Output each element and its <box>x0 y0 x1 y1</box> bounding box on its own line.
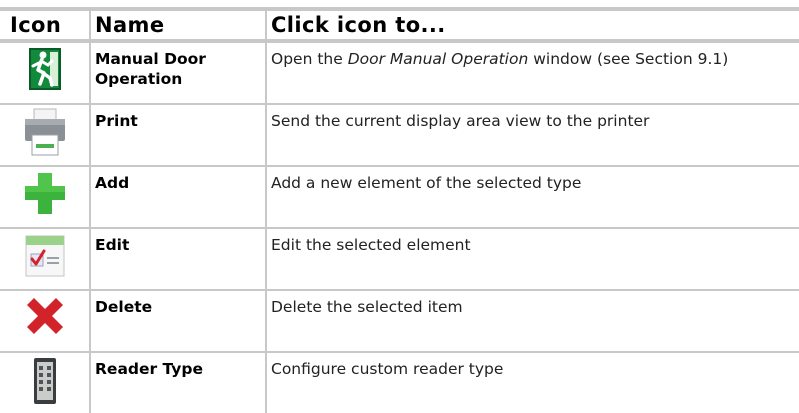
icon-cell <box>0 41 91 105</box>
card-reader-icon <box>0 356 89 404</box>
header-click: Click icon to... <box>266 7 799 43</box>
table-row: Delete Delete the selected item <box>0 290 799 353</box>
green-plus-icon <box>0 170 89 216</box>
header-row: Icon Name Click icon to... <box>0 7 799 43</box>
running-man-exit-icon <box>0 46 89 92</box>
icon-cell <box>0 166 91 229</box>
icon-cell <box>0 228 91 291</box>
header-icon: Icon <box>0 7 91 43</box>
icon-cell <box>0 352 91 413</box>
row-description: Configure custom reader type <box>271 360 504 378</box>
row-name: Add <box>90 166 267 229</box>
icon-cell <box>0 290 91 353</box>
row-description: Open the Door Manual Operation window (s… <box>266 41 799 105</box>
edit-form-icon <box>0 232 89 278</box>
row-name: Print <box>90 104 267 167</box>
table-row: Manual Door Operation Open the Door Manu… <box>0 41 799 105</box>
table-row: Reader Type Configure custom reader type <box>0 352 799 413</box>
table-row: Print Send the current display area view… <box>0 104 799 167</box>
icon-reference-table: Icon Name Click icon to... Manual Door O… <box>0 7 799 413</box>
row-description: Delete the selected item <box>266 290 799 353</box>
icon-cell <box>0 104 91 167</box>
printer-icon <box>0 108 89 156</box>
red-x-icon <box>0 294 89 340</box>
row-name: Edit <box>90 228 267 291</box>
table-row: Edit Edit the selected element <box>0 228 799 291</box>
row-name: Manual Door Operation <box>90 41 267 105</box>
row-description: Edit the selected element <box>266 228 799 291</box>
row-name: Reader Type <box>90 352 267 413</box>
row-description: Add a new element of the selected type <box>266 166 799 229</box>
row-name: Delete <box>90 290 267 353</box>
table-row: Add Add a new element of the selected ty… <box>0 166 799 229</box>
header-name: Name <box>90 7 267 43</box>
row-description: Send the current display area view to th… <box>266 104 799 167</box>
